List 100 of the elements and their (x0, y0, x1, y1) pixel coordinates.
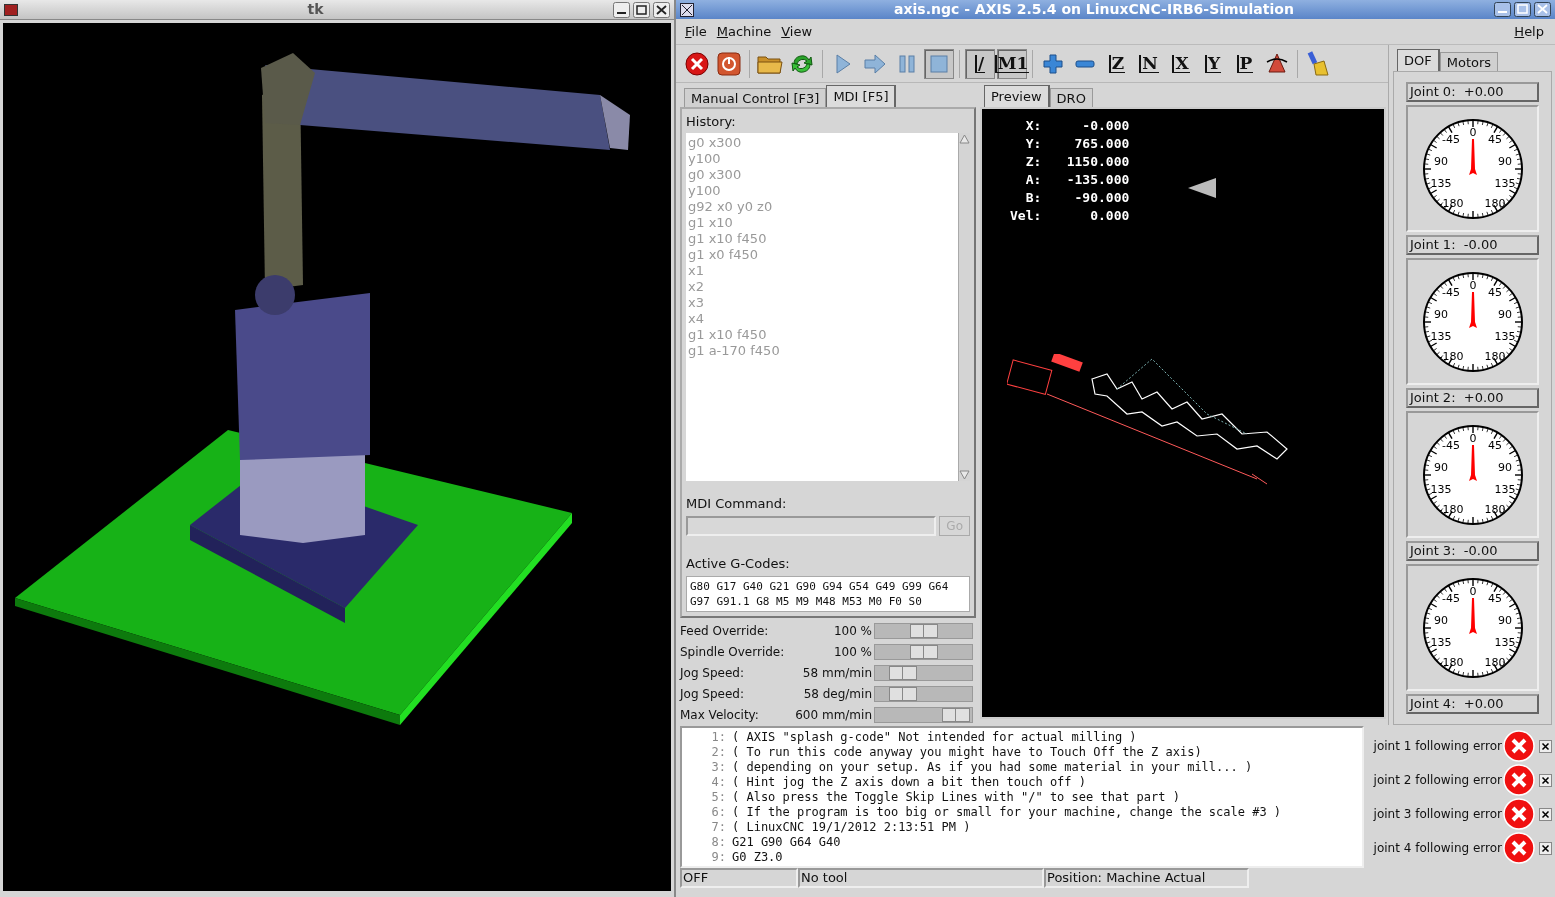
error-icon (1503, 730, 1535, 762)
error-message: joint 1 following error (1373, 738, 1502, 755)
tab[interactable]: DOF (1397, 49, 1440, 71)
scroll-down-icon[interactable] (959, 468, 970, 481)
program-listing[interactable] (680, 726, 1364, 868)
tab[interactable]: Preview (984, 85, 1050, 107)
history-label: History: (686, 113, 737, 131)
slider-reading: 58 mm/min (801, 664, 872, 682)
window-menu-icon[interactable] (4, 3, 18, 16)
line-number: 6: (710, 805, 727, 820)
active-gcodes-label: Active G-Codes: (686, 555, 791, 573)
slider-thumb[interactable] (910, 644, 939, 659)
slider-thumb[interactable] (910, 623, 939, 638)
close-icon[interactable] (653, 1, 670, 18)
close-icon[interactable] (1539, 841, 1552, 855)
window-title: axis.ngc - AXIS 2.5.4 on LinuxCNC-IRB6-Simulation (893, 0, 1295, 19)
toolbar-button[interactable]: N (1134, 48, 1164, 79)
toolbar-button[interactable]: / (965, 48, 995, 79)
minimize-icon[interactable] (1494, 2, 1511, 17)
code-line: ( Also press the Toggle Skip Lines with "/" to see that part ) (732, 790, 1180, 805)
dial-label: 180 (1484, 349, 1505, 363)
code-line: ( To run this code anyway you might have to Touch Off the Z axis) (732, 745, 1202, 760)
dro-value: -135.000 (1065, 171, 1130, 189)
line-number: 1: (710, 730, 727, 745)
slider-label: Jog Speed: (680, 685, 745, 703)
code-line: ( LinuxCNC 19/1/2012 2:13:51 PM ) (732, 820, 971, 835)
slider-track[interactable] (874, 706, 973, 723)
toolbar-button[interactable]: P (1230, 48, 1260, 79)
dial-label: 90 (1433, 460, 1448, 474)
dial-label: 90 (1497, 307, 1512, 321)
line-number: 7: (710, 820, 727, 835)
error-icon (1503, 832, 1535, 864)
dro-value: -0.000 (1081, 117, 1130, 135)
menu-item[interactable]: View (781, 21, 813, 42)
code-line: ( depending on your setup. As if you had some material in your mill... ) (732, 760, 1253, 775)
dial-label: 90 (1497, 613, 1512, 627)
dro-axis: B: (1024, 189, 1042, 207)
dial-label: 135 (1494, 635, 1515, 649)
line-number: 4: (710, 775, 727, 790)
slider-label: Max Velocity: (680, 706, 760, 724)
slider-thumb[interactable] (889, 686, 918, 701)
dial-label: -45 (1441, 591, 1460, 605)
3d-viewport[interactable] (3, 23, 671, 891)
tab[interactable]: Motors (1439, 52, 1499, 71)
toolbar-button[interactable]: Y (1198, 48, 1228, 79)
dro-value: 765.000 (1073, 135, 1130, 153)
toolbar-button[interactable]: Z (1102, 48, 1132, 79)
tab[interactable]: MDI [F5] (826, 85, 897, 107)
scroll-up-icon[interactable] (959, 132, 970, 145)
maximize-icon[interactable] (1514, 2, 1531, 17)
dial-label: 135 (1430, 329, 1451, 343)
close-icon[interactable] (1534, 2, 1551, 17)
menu-item[interactable]: Machine (716, 21, 772, 42)
menu-item[interactable]: Help (1514, 21, 1544, 42)
tab[interactable]: Manual Control [F3] (684, 88, 827, 107)
gcode-line: G80 G17 G40 G21 G90 G94 G54 G49 G99 G64 (690, 578, 950, 594)
dial-label: 180 (1484, 655, 1505, 669)
slider-track[interactable] (874, 643, 973, 660)
line-number: 5: (710, 790, 727, 805)
dial-label: -45 (1441, 438, 1460, 452)
slider-track[interactable] (874, 622, 973, 639)
code-line: G21 G90 G64 G40 (732, 835, 841, 850)
minimize-icon[interactable] (613, 1, 630, 18)
needle-icon (1468, 138, 1477, 175)
slider-reading: 58 deg/min (802, 685, 872, 703)
close-icon[interactable] (1539, 773, 1552, 787)
joint-label: Joint 2: +0.00 (1406, 388, 1539, 408)
menu-item[interactable]: File (685, 21, 707, 42)
cone-icon (1265, 51, 1289, 76)
code-line: ( AXIS "splash g-code" Not intended for actual milling ) (732, 730, 1137, 745)
code-line: ( Hint jog the Z axis down a bit then touch off ) (732, 775, 1086, 790)
close-icon[interactable] (1539, 807, 1552, 821)
slider-reading: 100 % (832, 643, 872, 661)
dial-label: -45 (1441, 285, 1460, 299)
maximize-icon[interactable] (633, 1, 650, 18)
slider-thumb[interactable] (889, 665, 918, 680)
dial-label: -45 (1441, 132, 1460, 146)
estop-icon (685, 51, 709, 76)
slider-track[interactable] (874, 685, 973, 702)
tab[interactable]: DRO (1049, 88, 1093, 107)
preview-viewport[interactable]: X: -0.000 Y: 765.000 Z: 1150.000 A: -135.000 B: -90.000 Vel: 0.000 (980, 107, 1386, 719)
joint-label: Joint 3: -0.00 (1406, 541, 1539, 561)
play-icon (833, 52, 853, 75)
status-field: No tool (798, 868, 1044, 888)
dro-value: 0.000 (1089, 207, 1130, 225)
close-icon[interactable] (1539, 739, 1552, 753)
dro-value: -90.000 (1073, 189, 1130, 207)
slider-label: Spindle Override: (680, 643, 786, 661)
window-menu-icon[interactable] (680, 2, 694, 17)
slider-thumb[interactable] (942, 707, 970, 722)
mdi-command-label: MDI Command: (686, 494, 788, 513)
dial-label: -180 (1438, 349, 1463, 363)
error-message: joint 4 following error (1373, 840, 1502, 857)
joint-label: Joint 1: -0.00 (1406, 235, 1539, 255)
dro-axis: A: (1024, 171, 1042, 189)
dro-axis: Z: (1024, 153, 1042, 171)
slider-track[interactable] (874, 664, 973, 681)
toolbar-button[interactable]: X (1166, 48, 1196, 79)
toolbar-button[interactable]: M1 (997, 48, 1027, 79)
pause-icon (897, 52, 917, 75)
